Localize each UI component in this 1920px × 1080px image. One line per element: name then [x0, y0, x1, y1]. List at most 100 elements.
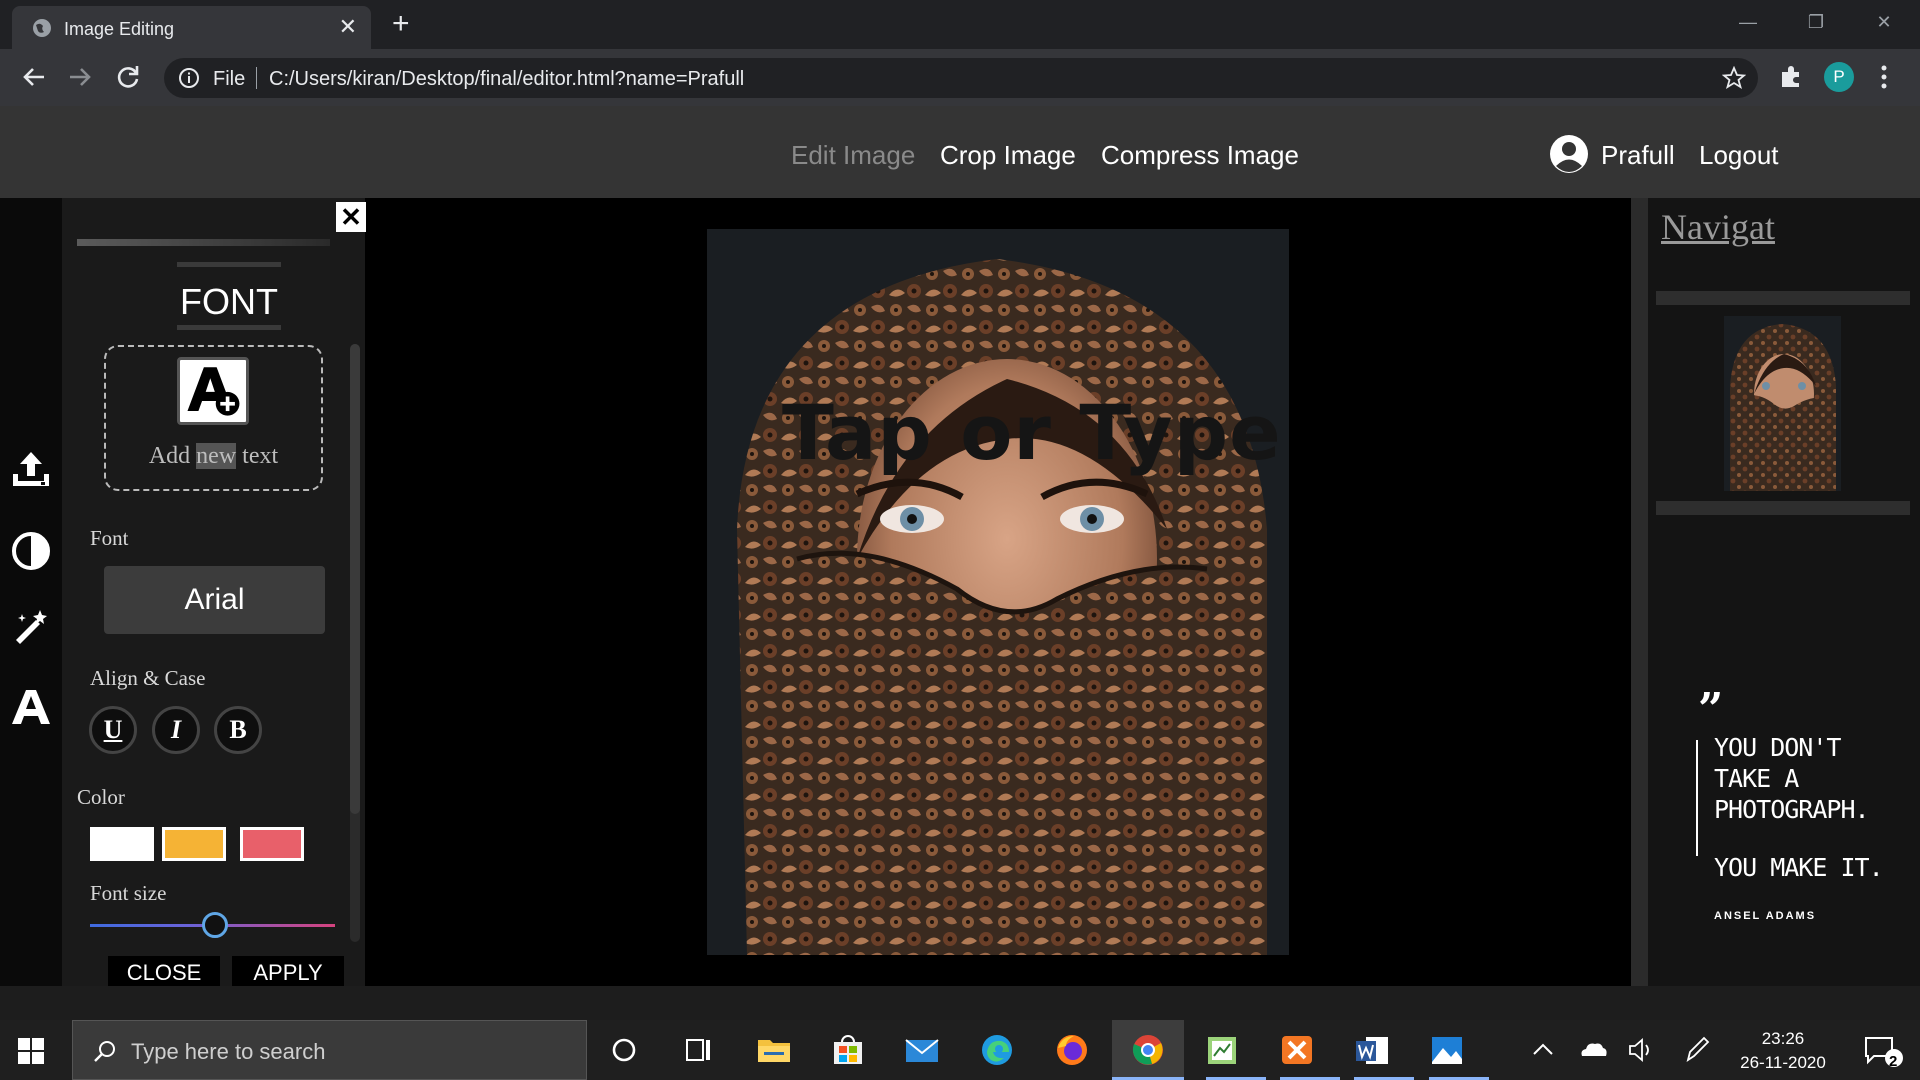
add-text-button[interactable]: Add new text: [104, 345, 323, 491]
store-icon[interactable]: [828, 1032, 868, 1068]
file-explorer-icon[interactable]: [754, 1032, 794, 1068]
spreadsheet-app-icon[interactable]: [1202, 1032, 1242, 1068]
back-icon[interactable]: [18, 61, 50, 93]
underline-button[interactable]: U: [89, 706, 137, 754]
tab-close-icon[interactable]: ✕: [339, 16, 357, 38]
onedrive-cloud-icon[interactable]: [1576, 1032, 1610, 1068]
chevron-up-icon[interactable]: [1526, 1032, 1560, 1068]
text-icon[interactable]: [10, 686, 52, 728]
navigator-thumbnail[interactable]: [1724, 316, 1841, 491]
tool-rail: [0, 198, 62, 986]
italic-button[interactable]: I: [152, 706, 200, 754]
task-view-icon[interactable]: [678, 1032, 718, 1068]
new-tab-button[interactable]: +: [392, 9, 410, 39]
taskbar: Type here to search 23:26 26-11-2020 2: [0, 1020, 1920, 1080]
contrast-icon[interactable]: [10, 530, 52, 572]
logout-link[interactable]: Logout: [1699, 140, 1779, 171]
panel-scrollbar[interactable]: [350, 344, 360, 942]
mail-icon[interactable]: [902, 1032, 942, 1068]
user-name: Prafull: [1601, 140, 1675, 170]
quote-text: YOU DON'T TAKE A PHOTOGRAPH.: [1714, 733, 1870, 824]
reload-icon[interactable]: [112, 61, 144, 93]
color-label: Color: [77, 785, 125, 809]
font-label: Font: [90, 526, 129, 550]
panel-title: FONT: [180, 281, 278, 322]
quote-author: ANSEL ADAMS: [1714, 910, 1817, 922]
chrome-icon[interactable]: [1128, 1032, 1168, 1068]
navigator-title: Navigat: [1661, 207, 1775, 247]
taskbar-search[interactable]: Type here to search: [72, 1020, 587, 1080]
firefox-icon[interactable]: [1052, 1032, 1092, 1068]
search-icon: [94, 1041, 115, 1062]
minimize-icon[interactable]: —: [1718, 6, 1778, 38]
color-swatch-red[interactable]: [240, 827, 304, 861]
url-text[interactable]: C:/Users/kiran/Desktop/final/editor.html…: [269, 68, 744, 91]
close-button[interactable]: CLOSE: [108, 956, 220, 990]
quote-mark-icon: ”: [1698, 684, 1724, 735]
font-title-box: FONT: [177, 262, 281, 330]
scrollbar-thumb[interactable]: [350, 344, 360, 814]
page-bottom-strip: [0, 986, 1920, 1020]
nav-compress-image[interactable]: Compress Image: [1101, 140, 1299, 171]
pen-icon[interactable]: [1680, 1032, 1714, 1068]
search-placeholder: Type here to search: [131, 1039, 326, 1064]
nav-crop-image[interactable]: Crop Image: [940, 140, 1076, 171]
window-close-icon[interactable]: ✕: [1854, 6, 1914, 38]
bold-button[interactable]: B: [214, 706, 262, 754]
info-icon[interactable]: [178, 67, 200, 89]
canvas-overlay-text[interactable]: Tap or Type: [782, 388, 1282, 477]
edge-icon[interactable]: [977, 1032, 1017, 1068]
edited-image[interactable]: [707, 229, 1289, 955]
tab-title: Image Editing: [64, 19, 175, 39]
volume-icon[interactable]: [1624, 1032, 1658, 1068]
quote-bar: [1696, 740, 1698, 856]
font-size-slider-handle[interactable]: [202, 912, 228, 938]
browser-tab[interactable]: Image Editing ✕: [12, 6, 371, 49]
font-size-label: Font size: [90, 881, 167, 905]
panel-close-button[interactable]: ✕: [336, 202, 366, 232]
address-bar[interactable]: File C:/Users/kiran/Desktop/final/editor…: [164, 58, 1758, 98]
add-text-icon: [177, 357, 249, 425]
notification-count-badge: 2: [1889, 1053, 1898, 1070]
apply-button[interactable]: APPLY: [232, 956, 344, 990]
word-icon[interactable]: [1352, 1032, 1392, 1068]
kebab-menu-icon[interactable]: [1876, 63, 1892, 91]
quote-card: ” YOU DON'T TAKE A PHOTOGRAPH. YOU MAKE …: [1696, 688, 1906, 948]
panel-separator: [1631, 198, 1648, 986]
divider: [1656, 501, 1910, 515]
divider: [1656, 291, 1910, 305]
upload-icon[interactable]: [10, 448, 52, 490]
quote-text-2: YOU MAKE IT.: [1714, 853, 1884, 882]
url-scheme-label: File: [213, 68, 246, 90]
cortana-icon[interactable]: [604, 1032, 644, 1068]
clock-time: 23:26: [1761, 1029, 1805, 1048]
user-icon: [1550, 135, 1588, 173]
clock-date: 26-11-2020: [1740, 1053, 1826, 1072]
profile-avatar[interactable]: P: [1824, 62, 1854, 92]
divider: [256, 67, 257, 89]
navigator-panel: Navigat ” YOU DON'T TAKE A PHOTOGRAPH. Y…: [1648, 198, 1920, 986]
browser-tab-bar: Image Editing ✕ + — ❐ ✕: [0, 0, 1920, 49]
color-swatch-white[interactable]: [90, 827, 154, 861]
extensions-icon[interactable]: [1778, 64, 1804, 90]
notification-center-icon[interactable]: [1860, 1032, 1906, 1068]
system-clock[interactable]: 23:26 26-11-2020: [1718, 1027, 1848, 1075]
magic-wand-icon[interactable]: [10, 606, 52, 648]
forward-icon[interactable]: [64, 61, 96, 93]
globe-icon: [33, 19, 51, 37]
browser-toolbar: File C:/Users/kiran/Desktop/final/editor…: [0, 49, 1920, 106]
xampp-icon[interactable]: [1277, 1032, 1317, 1068]
bookmark-star-icon[interactable]: [1722, 66, 1746, 90]
restore-icon[interactable]: ❐: [1786, 6, 1846, 38]
align-case-label: Align & Case: [90, 666, 206, 690]
color-swatch-orange[interactable]: [162, 827, 226, 861]
font-family-select[interactable]: Arial: [104, 566, 325, 634]
add-text-label: Add new text: [148, 443, 279, 469]
nav-edit-image[interactable]: Edit Image: [791, 140, 915, 171]
editor-main: ✕ FONT Add new text Font Arial Align & C…: [0, 198, 1920, 990]
photos-icon[interactable]: [1427, 1032, 1467, 1068]
divider: [77, 239, 330, 246]
font-panel: ✕ FONT Add new text Font Arial Align & C…: [62, 198, 366, 990]
app-header: Edit Image Crop Image Compress Image Pra…: [0, 106, 1920, 198]
windows-start-icon[interactable]: [18, 1038, 44, 1064]
